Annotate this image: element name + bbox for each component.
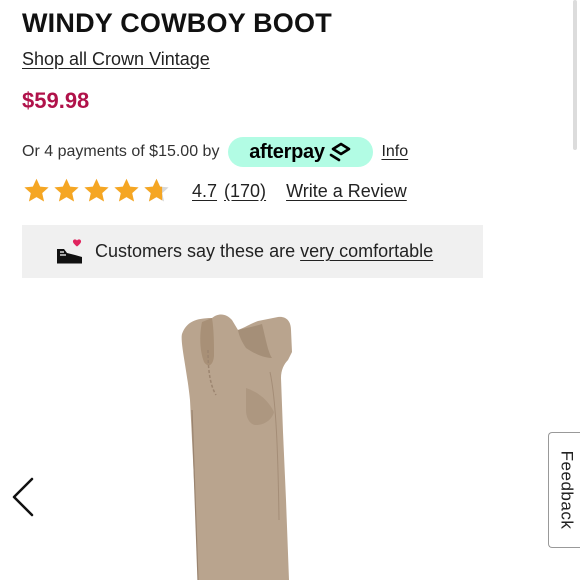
product-image[interactable] bbox=[0, 300, 580, 581]
rating-row: 4.7 (170) Write a Review bbox=[22, 176, 407, 206]
scrollbar[interactable] bbox=[573, 0, 577, 150]
feedback-label: Feedback bbox=[557, 450, 577, 530]
star-rating bbox=[22, 177, 172, 205]
afterpay-badge[interactable]: afterpay bbox=[228, 137, 374, 167]
star-icon bbox=[54, 178, 79, 202]
chevron-left-icon[interactable] bbox=[8, 475, 38, 519]
comfort-callout: Customers say these are very comfortable bbox=[22, 225, 483, 278]
feedback-tab[interactable]: Feedback bbox=[548, 432, 580, 548]
sneaker-heart-icon bbox=[57, 238, 82, 263]
star-icon bbox=[114, 178, 139, 202]
comfort-link[interactable]: very comfortable bbox=[300, 241, 433, 261]
star-icon bbox=[84, 178, 109, 202]
afterpay-arrows-icon bbox=[329, 142, 350, 162]
afterpay-wordmark: afterpay bbox=[249, 140, 325, 163]
star-icon bbox=[24, 178, 49, 202]
write-review-link[interactable]: Write a Review bbox=[286, 181, 407, 202]
product-price: $59.98 bbox=[22, 88, 90, 113]
review-count-link[interactable]: (170) bbox=[224, 181, 266, 202]
installment-text: Or 4 payments of $15.00 by bbox=[22, 143, 220, 160]
shop-all-brand-link[interactable]: Shop all Crown Vintage bbox=[22, 49, 210, 70]
product-title: WINDY COWBOY BOOT bbox=[22, 8, 332, 38]
comfort-text: Customers say these are bbox=[95, 241, 296, 261]
afterpay-info-link[interactable]: Info bbox=[381, 143, 408, 161]
rating-value-link[interactable]: 4.7 bbox=[192, 181, 217, 202]
partial-star-icon bbox=[144, 178, 169, 202]
installment-row: Or 4 payments of $15.00 by afterpay Info bbox=[22, 137, 408, 167]
boot-image bbox=[181, 314, 292, 581]
